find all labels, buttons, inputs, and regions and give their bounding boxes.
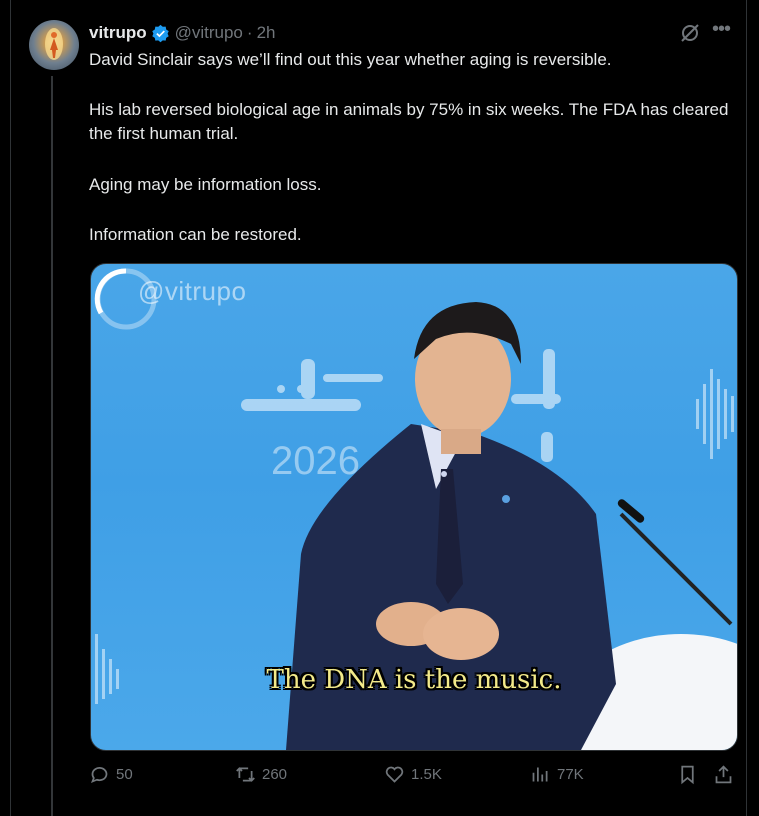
- tweet-paragraph: Information can be restored.: [89, 225, 302, 244]
- grok-icon[interactable]: [679, 22, 701, 44]
- tweet-paragraph: David Sinclair says we’ll find out this …: [89, 50, 612, 69]
- repost-button[interactable]: 260: [235, 764, 287, 785]
- background-year: 2026: [271, 439, 360, 483]
- separator: ·: [246, 23, 253, 42]
- video-player[interactable]: 2026 @vitrupo The DNA is the music.: [90, 263, 738, 751]
- author-handle[interactable]: @vitrupo: [175, 23, 243, 43]
- views-icon: [532, 767, 548, 782]
- reply-count: 50: [116, 766, 133, 783]
- reply-icon: [90, 767, 108, 784]
- share-button[interactable]: [713, 764, 740, 785]
- like-icon: [385, 766, 404, 783]
- repost-count: 260: [262, 766, 288, 783]
- video-caption: The DNA is the music.: [266, 665, 562, 695]
- bookmark-icon: [681, 765, 694, 785]
- avatar[interactable]: [29, 20, 79, 70]
- repost-icon: [236, 767, 255, 782]
- tweet-paragraph: Aging may be information loss.: [89, 175, 322, 194]
- tweet-paragraph: His lab reversed biological age in anima…: [89, 100, 729, 143]
- verified-badge-icon: [151, 24, 169, 42]
- right-frame: [746, 0, 759, 816]
- timestamp[interactable]: 2h: [257, 23, 276, 43]
- thread-line: [51, 76, 53, 816]
- views-button[interactable]: 77K: [530, 764, 584, 785]
- tweet-header: vitrupo @vitrupo · 2h: [89, 22, 276, 44]
- more-icon[interactable]: •••: [712, 19, 734, 42]
- views-count: 77K: [557, 766, 584, 783]
- like-count: 1.5K: [411, 766, 442, 783]
- left-frame: [0, 0, 11, 816]
- author-name[interactable]: vitrupo: [89, 23, 147, 43]
- action-bar: 50 260 1.5K 77K: [89, 764, 739, 790]
- reply-button[interactable]: 50: [89, 764, 133, 785]
- bookmark-button[interactable]: [677, 764, 704, 785]
- like-button[interactable]: 1.5K: [384, 764, 442, 785]
- share-icon: [715, 765, 732, 784]
- loading-spinner-icon: [94, 268, 157, 330]
